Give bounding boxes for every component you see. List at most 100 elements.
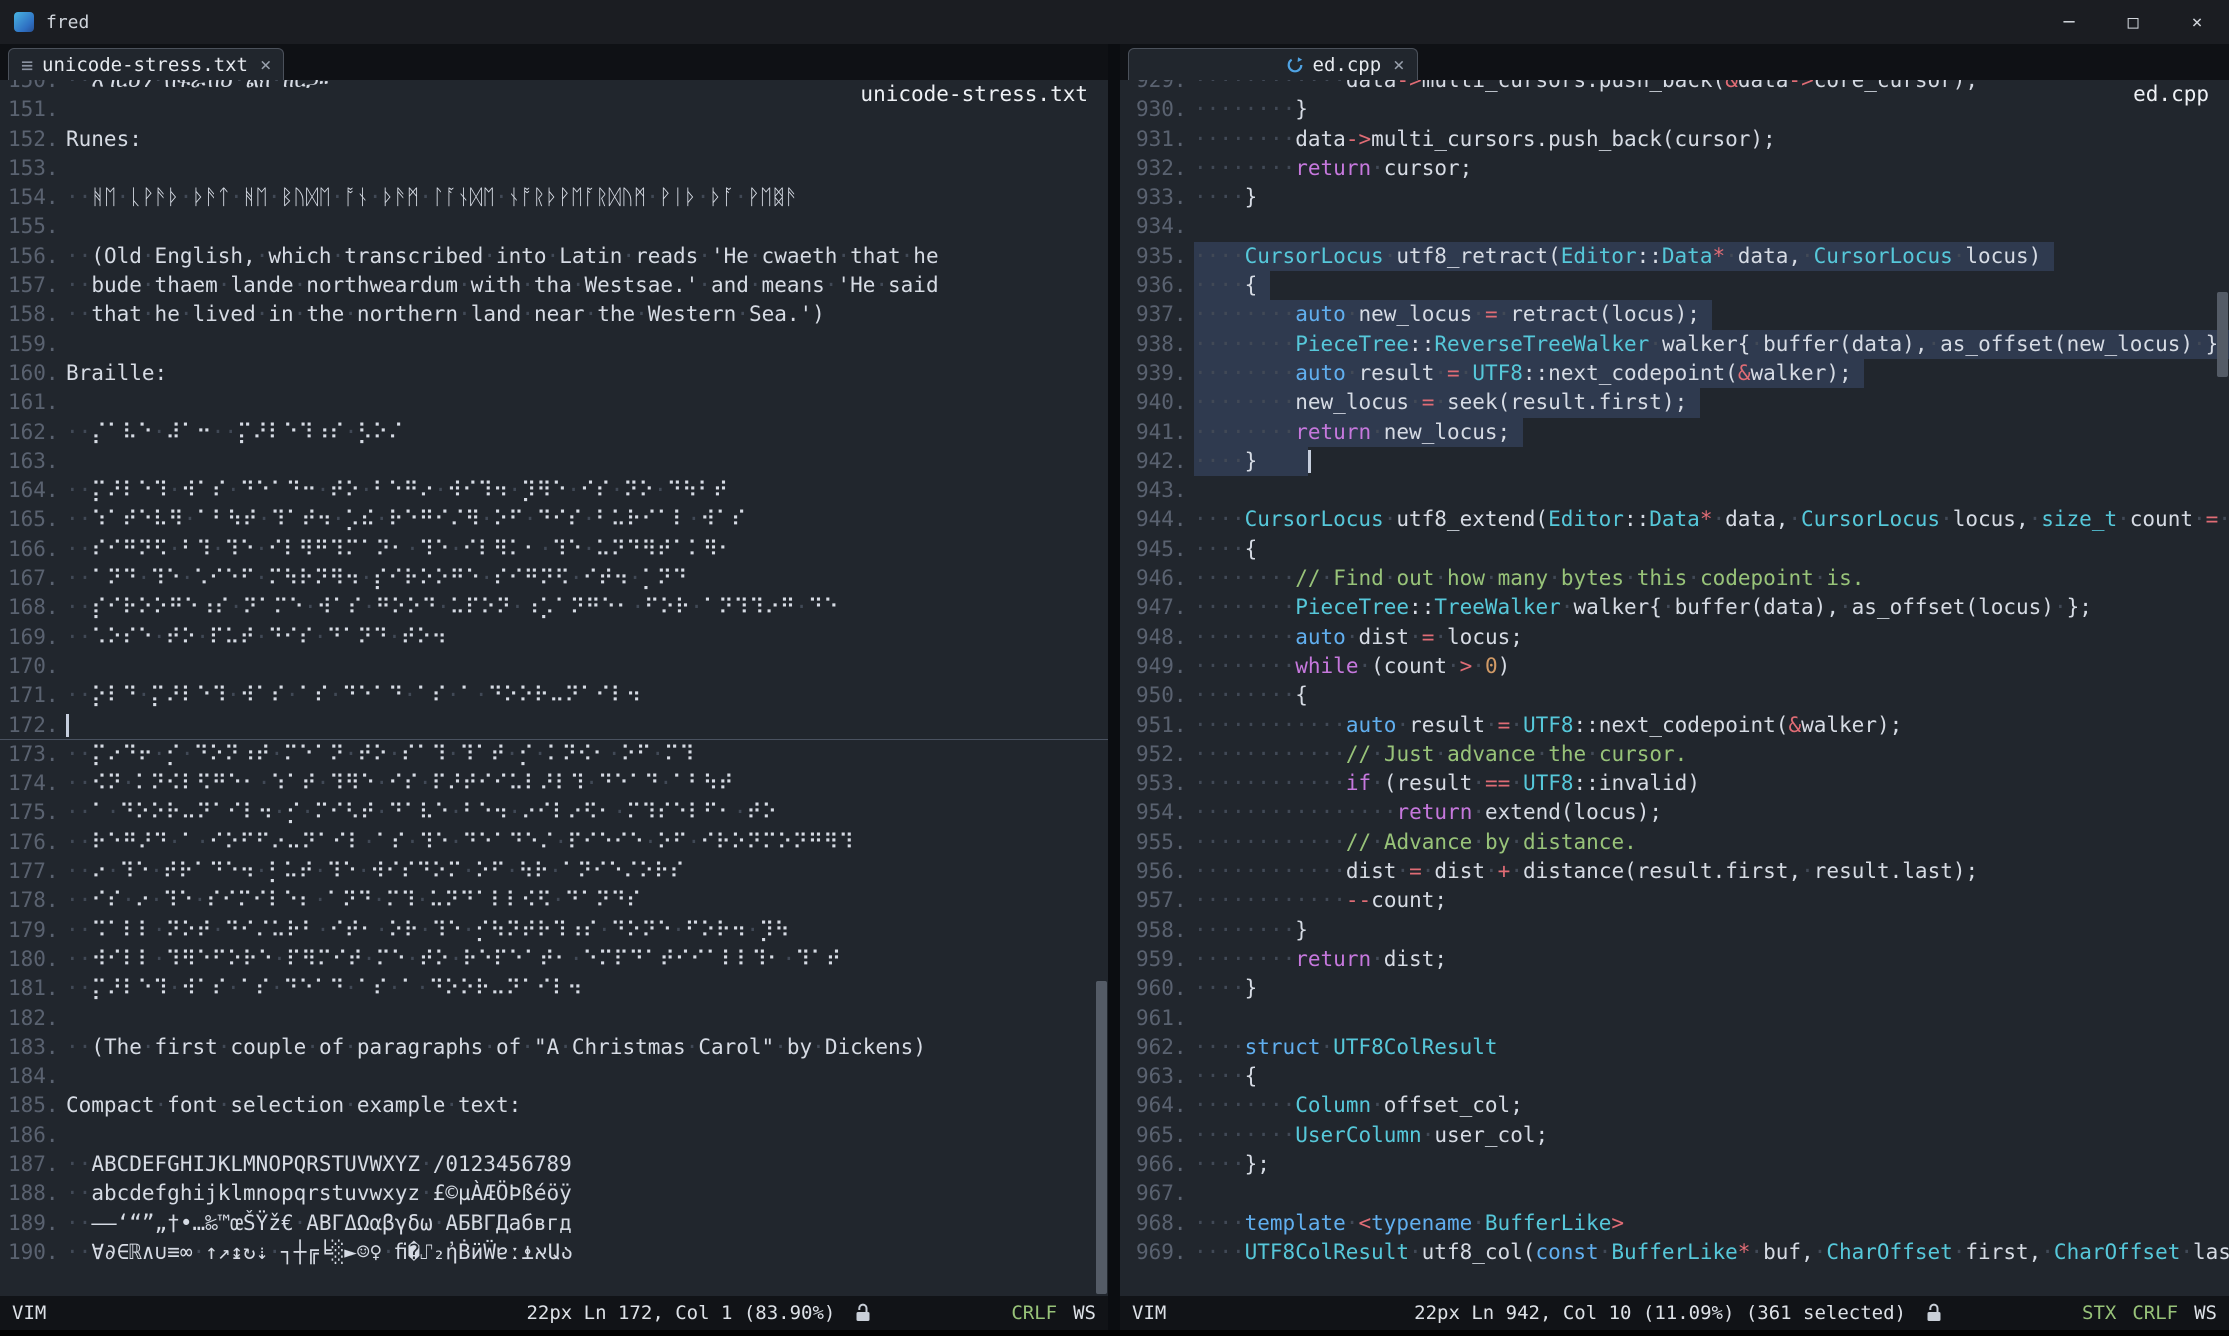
line-number: 969.	[1136, 1238, 1188, 1267]
code-line[interactable]: 969.····UTF8ColResult·utf8_col(const·Buf…	[1120, 1238, 2229, 1267]
code-line[interactable]: 945.····{	[1120, 535, 2229, 564]
line-number: 184.	[8, 1062, 60, 1091]
left-scrollbar[interactable]	[1095, 80, 1108, 1296]
code-line[interactable]: 960.····}	[1120, 974, 2229, 1003]
code-line[interactable]: 938.········PieceTree::ReverseTreeWalker…	[1120, 330, 2229, 359]
code-line[interactable]: 963.····{	[1120, 1062, 2229, 1091]
code-line[interactable]: 162.··⡌⠁⠧⠑·⠼⠁⠒··⡍⠜⠇⠑⠹⠰⠎·⡣⠕⠌	[0, 418, 1108, 447]
right-scrollbar-thumb[interactable]	[2217, 292, 2228, 377]
code-line[interactable]: 187.··ABCDEFGHIJKLMNOPQRSTUVWXYZ·/012345…	[0, 1150, 1108, 1179]
code-line[interactable]: 932.········return·cursor;	[1120, 154, 2229, 183]
code-line[interactable]: 964.········Column·offset_col;	[1120, 1091, 2229, 1120]
code-line[interactable]: 178.··⠊⠎·⠔·⠹⠑·⠎⠊⠍⠊⠇⠑⠆·⠁⠝⠙·⠍⠹·⠥⠝⠙⠁⠇⠇⠪⠫·⠙⠁…	[0, 886, 1108, 915]
code-line[interactable]: 966.····};	[1120, 1150, 2229, 1179]
code-line[interactable]: 967.	[1120, 1179, 2229, 1208]
code-line[interactable]: 164.··⡍⠜⠇⠑⠹·⠺⠁⠎·⠙⠑⠁⠙⠒·⠞⠕·⠃⠑⠛⠔·⠺⠊⠹⠲·⡹⠻⠑·⠊…	[0, 476, 1108, 505]
code-line[interactable]: 937.········auto·new_locus·=·retract(loc…	[1120, 300, 2229, 329]
maximize-button[interactable]: □	[2101, 0, 2165, 44]
code-line[interactable]: 951.············auto·result·=·UTF8::next…	[1120, 711, 2229, 740]
code-line[interactable]: 935.····CursorLocus·utf8_retract(Editor:…	[1120, 242, 2229, 271]
code-line[interactable]: 169.··⠡⠕⠎⠑·⠞⠕·⠏⠥⠞·⠙⠊⠎·⠙⠁⠝⠙·⠞⠕⠲	[0, 623, 1108, 652]
code-line[interactable]: 173.··⡍⠔⠙⠖·⡊·⠙⠕⠝⠰⠞·⠍⠑⠁⠝·⠞⠕·⠎⠁⠹·⠹⠁⠞·⡊·⠅⠝⠪…	[0, 740, 1108, 769]
left-scrollbar-thumb[interactable]	[1096, 981, 1107, 1294]
code-line[interactable]: 931.········data->multi_cursors.push_bac…	[1120, 125, 2229, 154]
code-line[interactable]: 946.········//·Find·out·how·many·bytes·t…	[1120, 564, 2229, 593]
code-line[interactable]: 167.··⠁⠝⠙·⠹⠑·⠡⠊⠑⠋·⠍⠳⠗⠝⠻⠲·⡎⠊⠗⠕⠕⠛⠑·⠎⠊⠛⠝⠫·⠊…	[0, 564, 1108, 593]
left-status-bar: VIM 22px Ln 172, Col 1 (83.90%) CRLFWS	[0, 1296, 1108, 1330]
code-line[interactable]: 962.····struct·UTF8ColResult	[1120, 1033, 2229, 1062]
code-line[interactable]: 949.········while·(count·>·0)	[1120, 652, 2229, 681]
code-line[interactable]: 174.··⠪⠝·⠅⠝⠪⠇⠫⠛⠑⠂·⠱⠁⠞·⠹⠻⠑·⠊⠎·⠏⠜⠞⠊⠊⠥⠇⠜⠇⠹·…	[0, 769, 1108, 798]
code-line[interactable]: 155.	[0, 212, 1108, 241]
code-line[interactable]: 166.··⠎⠊⠛⠝⠫·⠃⠹·⠹⠑·⠊⠇⠻⠛⠹⠍⠁⠝⠂·⠹⠑·⠊⠇⠻⠅⠂·⠹⠑·…	[0, 535, 1108, 564]
code-line[interactable]: 185.Compact·font·selection·example·text:	[0, 1091, 1108, 1120]
code-line[interactable]: 170.	[0, 652, 1108, 681]
code-line[interactable]: 939.········auto·result·=·UTF8::next_cod…	[1120, 359, 2229, 388]
code-line[interactable]: 182.	[0, 1004, 1108, 1033]
code-line[interactable]: 168.··⡎⠊⠗⠕⠕⠛⠑⠰⠎·⠝⠁⠍⠑·⠺⠁⠎·⠛⠕⠕⠙·⠥⠏⠕⠝·⠰⡡⠁⠝⠛…	[0, 593, 1108, 622]
code-line[interactable]: 942.····}	[1120, 447, 2229, 476]
code-line[interactable]: 958.········}	[1120, 916, 2229, 945]
code-line[interactable]: 171.··⡕⠇⠙·⡍⠜⠇⠑⠹·⠺⠁⠎·⠁⠎·⠙⠑⠁⠙·⠁⠎·⠁·⠙⠕⠕⠗⠤⠝⠁…	[0, 681, 1108, 710]
code-line[interactable]: 189.··–—‘“”„†•…‰™œŠŸž€·ΑΒΓΔΩαβγδω·АБВГДа…	[0, 1209, 1108, 1238]
code-line[interactable]: 940.········new_locus·=·seek(result.firs…	[1120, 388, 2229, 417]
code-line[interactable]: 930.········}	[1120, 95, 2229, 124]
code-line[interactable]: 175.··⠁·⠙⠕⠕⠗⠤⠝⠁⠊⠇⠲·⡊·⠍⠊⠣⠞·⠙⠁⠧⠑·⠃⠑⠲·⠔⠊⠇⠔⠫…	[0, 798, 1108, 827]
tab-close-icon[interactable]: ×	[1393, 54, 1404, 76]
code-line[interactable]: 188.··abcdefghijklmnopqrstuvwxyz·£©µÀÆÖÞ…	[0, 1179, 1108, 1208]
status-flag-stx: STX	[2082, 1302, 2116, 1324]
left-editor-area[interactable]: 150.··እግርህን·በፍራሽህ·ልክ·ዘርጋ።151.152.Runes:1…	[0, 80, 1108, 1296]
code-line[interactable]: 965.········UserColumn·user_col;	[1120, 1121, 2229, 1150]
code-line[interactable]: 961.	[1120, 1004, 2229, 1033]
tab-close-icon[interactable]: ×	[260, 54, 271, 76]
code-line[interactable]: 176.··⠗⠑⠛⠜⠙·⠁·⠊⠕⠋⠋⠔⠤⠝⠁⠊⠇·⠁⠎·⠹⠑·⠙⠑⠁⠙⠑⠌·⠏⠊…	[0, 828, 1108, 857]
right-scrollbar[interactable]	[2216, 80, 2229, 1296]
code-line[interactable]: 956.············dist·=·dist·+·distance(r…	[1120, 857, 2229, 886]
minimize-button[interactable]: ─	[2037, 0, 2101, 44]
code-line[interactable]: 955.············//·Advance·by·distance.	[1120, 828, 2229, 857]
code-line[interactable]: 934.	[1120, 212, 2229, 241]
code-line[interactable]: 177.··⠔·⠹⠑·⠞⠗⠁⠙⠑⠲·⡃⠥⠞·⠹⠑·⠺⠊⠎⠙⠕⠍·⠕⠋·⠳⠗·⠁⠝…	[0, 857, 1108, 886]
code-line[interactable]: 161.	[0, 388, 1108, 417]
code-line[interactable]: 152.Runes:	[0, 125, 1108, 154]
code-line[interactable]: 160.Braille:	[0, 359, 1108, 388]
code-line[interactable]: 180.··⠺⠊⠇⠇·⠹⠻⠑⠋⠕⠗⠑·⠏⠻⠍⠊⠞·⠍⠑·⠞⠕·⠗⠑⠏⠑⠁⠞⠂·⠑…	[0, 945, 1108, 974]
code-line[interactable]: 190.··∀∂∈ℝ∧∪≡∞·↑↗↨↻⇣·┐┼╔╘░►☺♀·ﬁ�⑀₂ἠḂӥẄɐː…	[0, 1238, 1108, 1267]
code-line[interactable]: 163.	[0, 447, 1108, 476]
code-line[interactable]: 954.················return·extend(locus)…	[1120, 798, 2229, 827]
code-line[interactable]: 948.········auto·dist·=·locus;	[1120, 623, 2229, 652]
code-line[interactable]: 957.············--count;	[1120, 886, 2229, 915]
code-line[interactable]: 943.	[1120, 476, 2229, 505]
code-line[interactable]: 968.····template·<typename·BufferLike>	[1120, 1209, 2229, 1238]
code-line[interactable]: 184.	[0, 1062, 1108, 1091]
code-line[interactable]: 165.··⠱⠁⠞⠑⠧⠻·⠁⠃⠳⠞·⠹⠁⠞⠲·⡡⠮·⠗⠑⠛⠊⠌⠻·⠕⠋·⠙⠊⠎·…	[0, 505, 1108, 534]
code-line[interactable]: 933.····}	[1120, 183, 2229, 212]
code-line[interactable]: 944.····CursorLocus·utf8_extend(Editor::…	[1120, 505, 2229, 534]
code-line[interactable]: 156.··(Old·English,·which·transcribed·in…	[0, 242, 1108, 271]
code-line[interactable]: 936.····{	[1120, 271, 2229, 300]
code-line[interactable]: 157.··bude·thaem·lande·northweardum·with…	[0, 271, 1108, 300]
code-line[interactable]: 154.··ᚻᛖ·ᚳᚹᚫᚦ·ᚦᚫᛏ·ᚻᛖ·ᛒᚢᛞᛖ·ᚩᚾ·ᚦᚫᛗ·ᛚᚪᚾᛞᛖ·ᚾ…	[0, 183, 1108, 212]
code-line[interactable]: 952.············//·Just·advance·the·curs…	[1120, 740, 2229, 769]
tab-ed-cpp[interactable]: ed.cpp ×	[1128, 48, 1418, 80]
code-line[interactable]: 959.········return·dist;	[1120, 945, 2229, 974]
code-line[interactable]: 172.	[0, 711, 1108, 740]
code-line[interactable]: 941.········return·new_locus;	[1120, 418, 2229, 447]
code-line[interactable]: 183.··(The·first·couple·of·paragraphs·of…	[0, 1033, 1108, 1062]
code-line[interactable]: 947.········PieceTree::TreeWalker·walker…	[1120, 593, 2229, 622]
code-line[interactable]: 158.··that·he·lived·in·the·northern·land…	[0, 300, 1108, 329]
line-number: 162.	[8, 418, 60, 447]
line-number: 156.	[8, 242, 60, 271]
tab-unicode-stress[interactable]: ≡ unicode-stress.txt ×	[8, 48, 284, 80]
code-line[interactable]: 950.········{	[1120, 681, 2229, 710]
code-line[interactable]: 929.············data->multi_cursors.push…	[1120, 80, 2229, 95]
pane-divider[interactable]	[1108, 44, 1120, 1330]
code-line[interactable]: 186.	[0, 1121, 1108, 1150]
code-line[interactable]: 953.············if·(result·==·UTF8::inva…	[1120, 769, 2229, 798]
code-line[interactable]: 159.	[0, 330, 1108, 359]
close-button[interactable]: ×	[2165, 0, 2229, 44]
right-editor-area[interactable]: 929.············data->multi_cursors.push…	[1120, 80, 2229, 1296]
code-line[interactable]: 153.	[0, 154, 1108, 183]
code-line[interactable]: 181.··⡍⠜⠇⠑⠹·⠺⠁⠎·⠁⠎·⠙⠑⠁⠙·⠁⠎·⠁·⠙⠕⠕⠗⠤⠝⠁⠊⠇⠲	[0, 974, 1108, 1003]
code-line[interactable]: 179.··⠩⠁⠇⠇·⠝⠕⠞·⠙⠊⠌⠥⠗⠃·⠊⠞⠂·⠕⠗·⠹⠑·⡊⠳⠝⠞⠗⠹⠰⠎…	[0, 916, 1108, 945]
